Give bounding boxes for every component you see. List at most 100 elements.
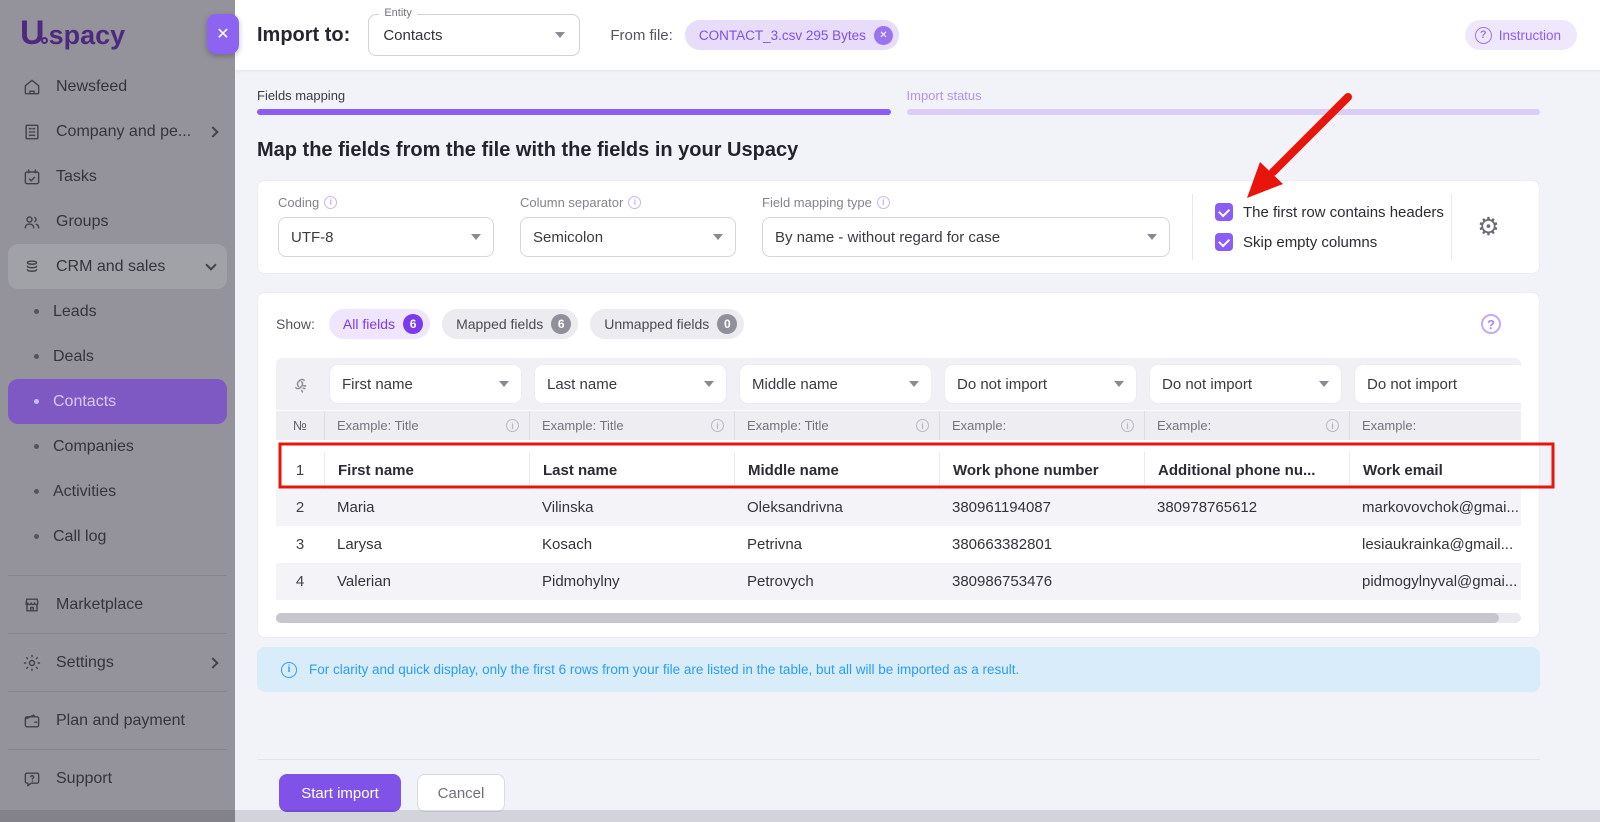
coding-option: Codingi UTF-8 (278, 194, 494, 260)
chevron-down-icon (1114, 381, 1124, 387)
mapping-type-select[interactable]: By name - without regard for case (762, 217, 1170, 257)
column-field-select[interactable]: Last name (535, 365, 726, 403)
sidebar-item-support[interactable]: Support (0, 750, 235, 807)
info-icon: i (1121, 419, 1134, 432)
sidebar-item-settings[interactable]: Settings (0, 634, 235, 691)
sidebar-item-label: CRM and sales (56, 258, 207, 276)
scrollbar-thumb[interactable] (276, 613, 1499, 623)
checkbox-checked-icon[interactable] (1215, 203, 1233, 221)
column-field-select[interactable]: Middle name (740, 365, 931, 403)
chevron-down-icon (205, 259, 216, 270)
column-field-select[interactable]: Do not import (1150, 365, 1341, 403)
sidebar-item-tasks[interactable]: Tasks (0, 154, 235, 199)
sidebar-item-call-log[interactable]: Call log (0, 514, 235, 559)
sidebar-item-deals[interactable]: Deals (0, 334, 235, 379)
chevron-down-icon (555, 32, 565, 38)
checkbox-checked-icon[interactable] (1215, 233, 1233, 251)
table-cell (1144, 563, 1349, 600)
separator-label: Column separatori (520, 194, 736, 210)
start-import-button[interactable]: Start import (279, 774, 401, 812)
broken-link-icon (289, 373, 311, 395)
table-cell: Oleksandrivna (734, 489, 939, 526)
sidebar-item-marketplace[interactable]: Marketplace (0, 576, 235, 633)
remove-file-icon[interactable] (874, 26, 893, 45)
table-cell: Valerian (324, 563, 529, 600)
separator-select-value: Semicolon (533, 229, 713, 246)
sidebar-item-plan-and-payment[interactable]: Plan and payment (0, 692, 235, 749)
skip-empty-columns-checkbox[interactable]: Skip empty columns (1215, 233, 1451, 251)
table-cell: Maria (324, 489, 529, 526)
info-icon: i (711, 419, 724, 432)
coding-select-value: UTF-8 (291, 229, 471, 246)
gear-icon[interactable]: ⚙ (1477, 215, 1499, 240)
instruction-label: Instruction (1499, 28, 1561, 43)
from-file-label: From file: (610, 27, 673, 44)
file-chip[interactable]: CONTACT_3.csv 295 Bytes (685, 20, 899, 50)
table-cell: Larysa (324, 526, 529, 563)
step-import-status[interactable]: Import status (907, 88, 1541, 115)
help-icon[interactable]: ? (1481, 314, 1501, 334)
first-row-headers-checkbox[interactable]: The first row contains headers (1215, 203, 1451, 221)
filter-row: Show: All fields 6 Mapped fields 6 Unmap… (276, 309, 1521, 339)
chevron-down-icon (704, 381, 714, 387)
advanced-settings-zone: ⚙ (1451, 194, 1525, 260)
table-cell: Petrovych (734, 563, 939, 600)
column-select-cell: Last name (529, 358, 734, 410)
gear-icon (22, 653, 42, 673)
info-icon: i (1326, 419, 1339, 432)
step-fields-mapping[interactable]: Fields mapping (257, 88, 891, 115)
info-icon: i (324, 196, 337, 209)
sidebar-item-label: Deals (53, 348, 94, 366)
chevron-down-icon (1319, 381, 1329, 387)
sidebar-item-companies[interactable]: Companies (0, 424, 235, 469)
column-field-select[interactable]: Do not import (1355, 365, 1521, 403)
filter-unmapped-fields[interactable]: Unmapped fields 0 (590, 309, 744, 339)
help-bubble-icon (22, 769, 42, 789)
sidebar-item-leads[interactable]: Leads (0, 289, 235, 334)
sidebar-item-groups[interactable]: Groups (0, 199, 235, 244)
sidebar-item-crm-and-sales[interactable]: CRM and sales (8, 244, 227, 289)
sidebar-item-activities[interactable]: Activities (0, 469, 235, 514)
sidebar-item-label: Newsfeed (56, 78, 217, 96)
column-field-select[interactable]: Do not import (945, 365, 1136, 403)
example-cell: Example: Titlei (734, 411, 939, 440)
filter-count-badge: 6 (403, 314, 423, 334)
column-field-select[interactable]: First name (330, 365, 521, 403)
coding-select[interactable]: UTF-8 (278, 217, 494, 257)
sidebar-item-label: Company and pe... (56, 123, 209, 141)
sidebar-item-newsfeed[interactable]: Newsfeed (0, 64, 235, 109)
separator-select[interactable]: Semicolon (520, 217, 736, 257)
table-cell (1144, 526, 1349, 563)
wallet-icon (22, 711, 42, 731)
info-banner-text: For clarity and quick display, only the … (309, 662, 1019, 677)
table-cell: 380961194087 (939, 489, 1144, 526)
example-cell: Example: Titlei (324, 411, 529, 440)
instruction-button[interactable]: ? Instruction (1465, 20, 1577, 50)
cancel-button[interactable]: Cancel (417, 774, 505, 812)
separator-option: Column separatori Semicolon (520, 194, 736, 260)
import-to-title: Import to: (257, 24, 350, 47)
entity-select[interactable]: Entity Contacts (368, 14, 580, 56)
chevron-down-icon (1147, 234, 1157, 240)
step-progress-bar (257, 109, 891, 115)
step-label: Import status (907, 88, 1541, 103)
horizontal-scrollbar[interactable] (276, 613, 1521, 623)
sidebar-item-company-and-people[interactable]: Company and pe... (0, 109, 235, 154)
row-number: 4 (276, 563, 324, 600)
example-cell: Example: Titlei (529, 411, 734, 440)
table-cell: Additional phone nu... (1144, 452, 1349, 489)
sidebar-close-button[interactable] (207, 14, 239, 54)
step-label: Fields mapping (257, 88, 891, 103)
table-cell: Work phone number (939, 452, 1144, 489)
row-number: 1 (276, 452, 324, 489)
table-row: 4 Valerian Pidmohylny Petrovych 38098675… (276, 563, 1521, 600)
file-chip-label: CONTACT_3.csv 295 Bytes (699, 28, 866, 43)
filter-all-fields[interactable]: All fields 6 (329, 309, 430, 339)
filter-mapped-fields[interactable]: Mapped fields 6 (442, 309, 578, 339)
sidebar-item-contacts[interactable]: Contacts (8, 379, 227, 424)
info-icon: i (916, 419, 929, 432)
chevron-down-icon (713, 234, 723, 240)
table-cell: Work email (1349, 452, 1521, 489)
example-cell: Example:i (939, 411, 1144, 440)
column-select-cell: Do not import (1144, 358, 1349, 410)
